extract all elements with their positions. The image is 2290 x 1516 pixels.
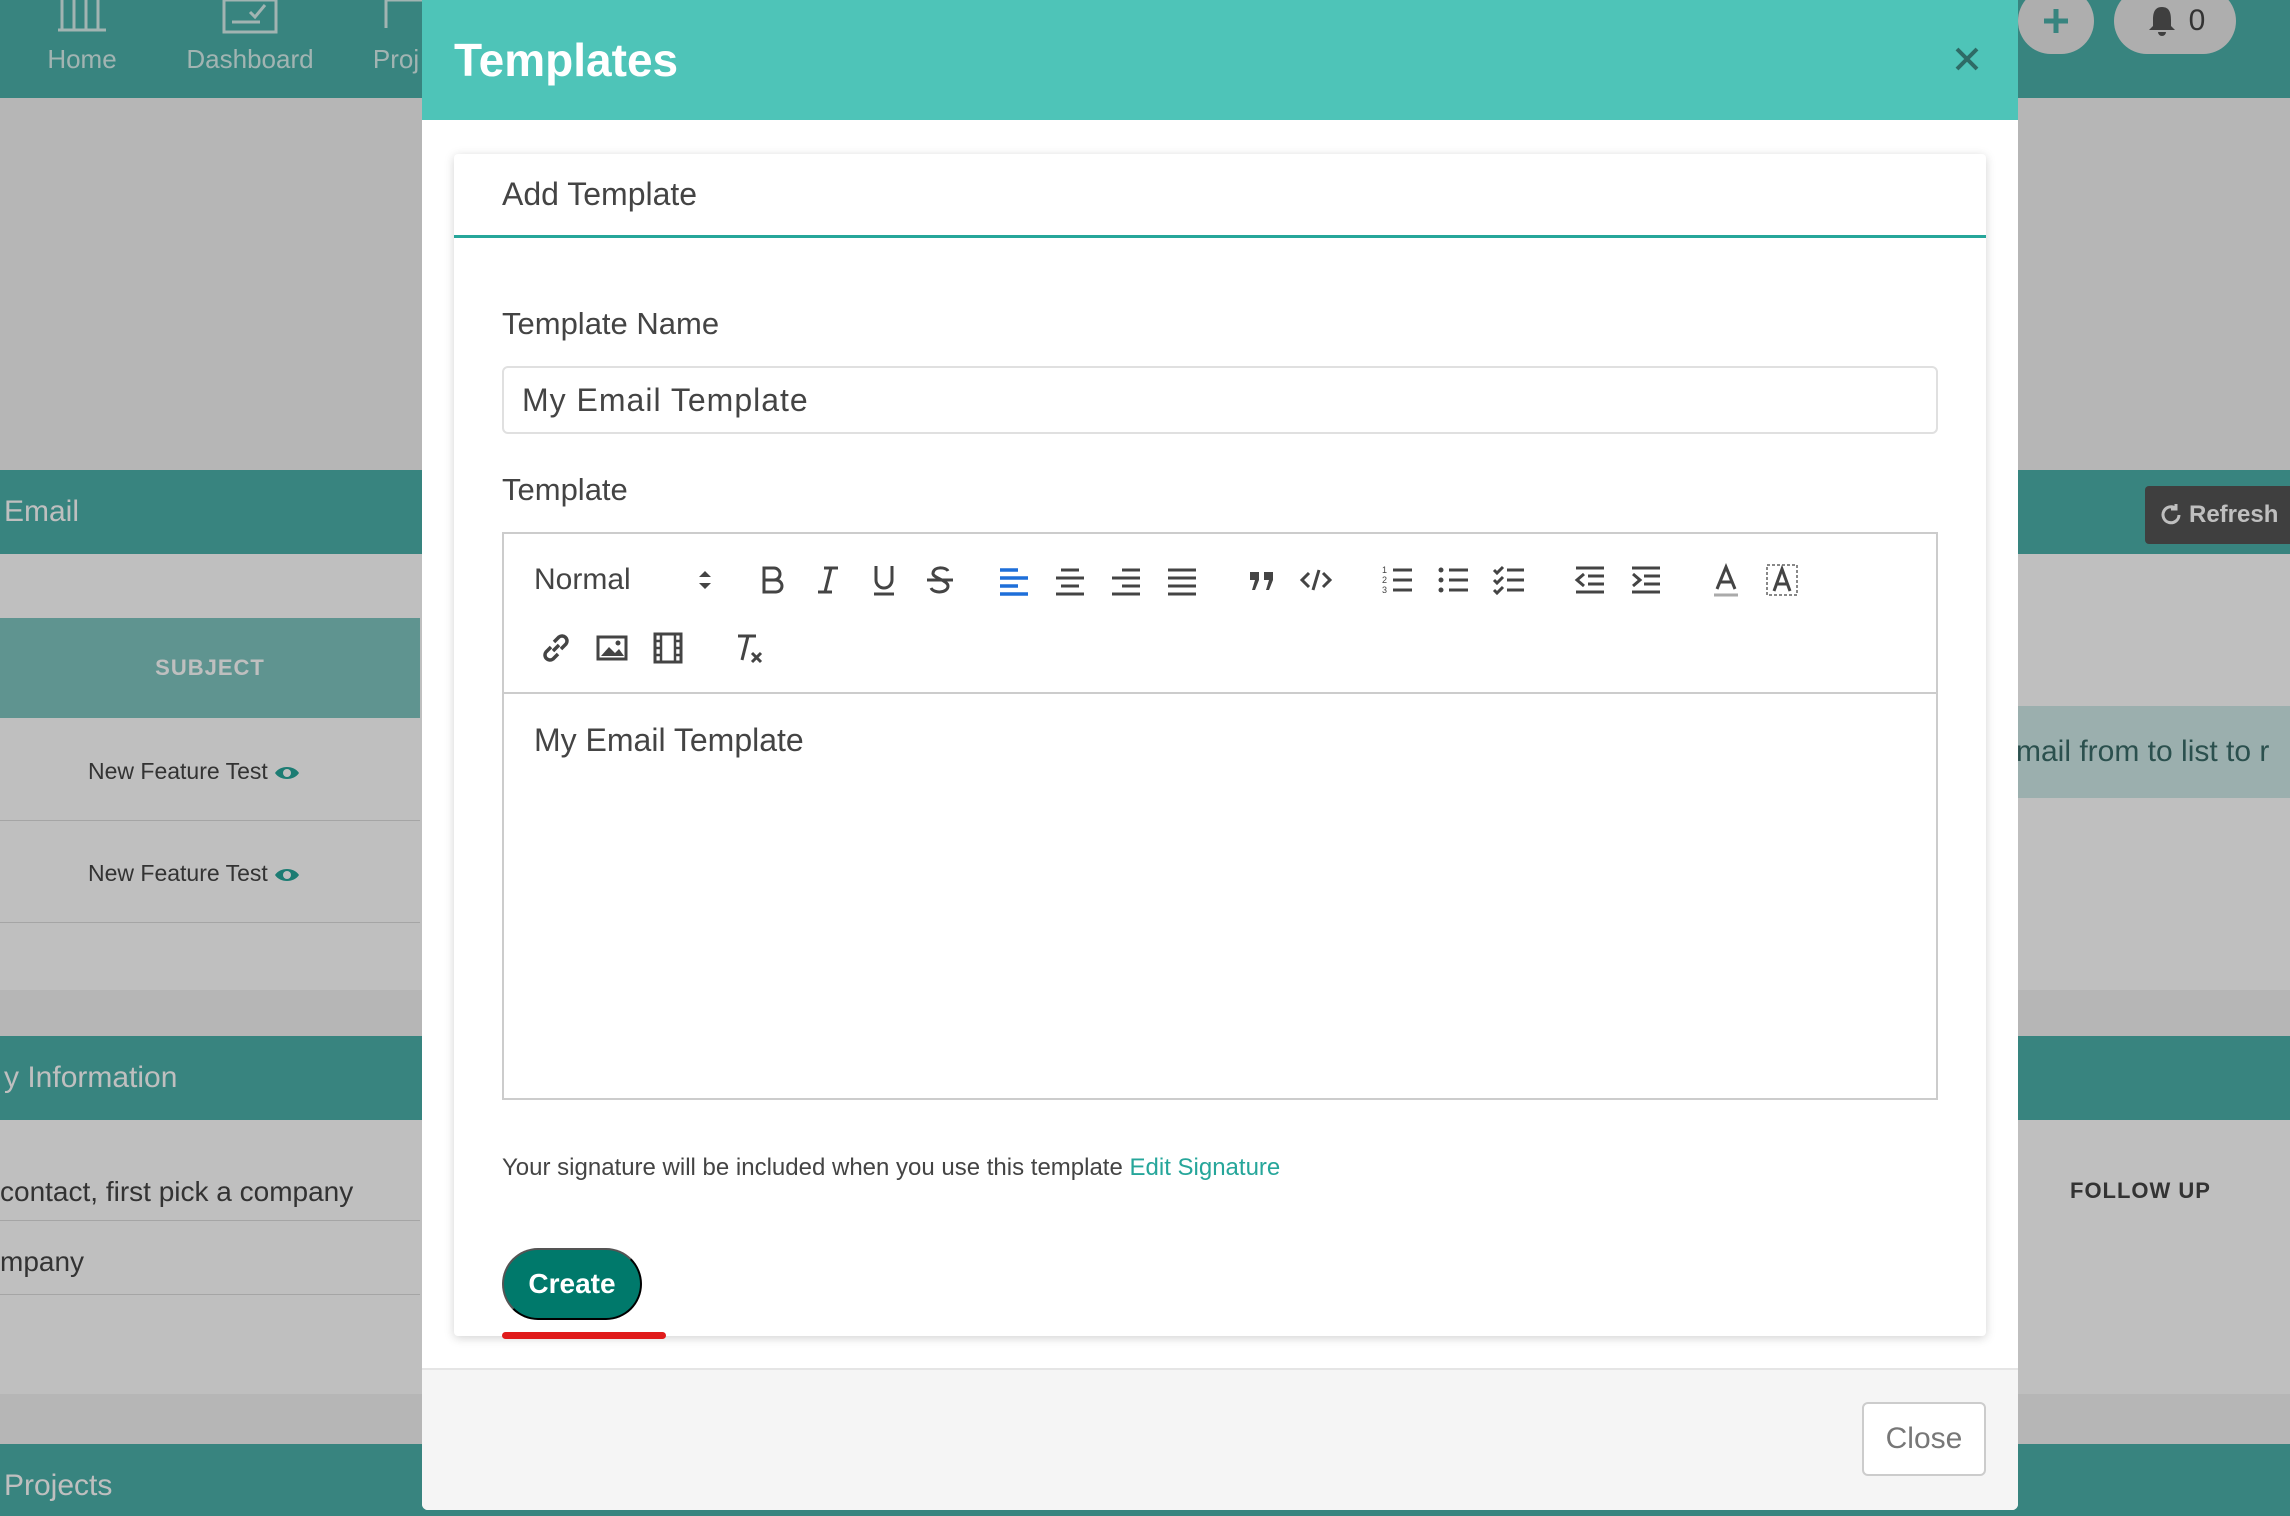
modal-title: Templates	[454, 34, 679, 86]
close-icon[interactable]	[1952, 44, 1982, 74]
bullet-list-button[interactable]	[1432, 558, 1476, 602]
link-icon	[543, 634, 569, 662]
create-button[interactable]: Create	[502, 1248, 642, 1320]
blockquote-button[interactable]	[1240, 558, 1284, 602]
annotation-underline	[502, 1332, 666, 1339]
template-name-input[interactable]	[502, 366, 1938, 434]
underline-icon	[874, 566, 894, 596]
modal-header: Templates	[422, 0, 2018, 120]
editor-toolbar: Normal 123	[504, 534, 1936, 694]
modal-body: Add Template Template Name Template Norm…	[422, 120, 2018, 1368]
bold-icon	[762, 566, 784, 594]
outdent-icon	[1574, 566, 1604, 594]
align-left-icon	[1000, 568, 1028, 596]
checklist-button[interactable]	[1488, 558, 1532, 602]
quote-icon	[1250, 572, 1273, 590]
bold-button[interactable]	[750, 558, 794, 602]
template-name-label: Template Name	[502, 306, 720, 341]
image-icon	[596, 635, 628, 661]
modal-footer: Close	[422, 1368, 2018, 1510]
align-justify-icon	[1168, 568, 1196, 596]
italic-button[interactable]	[806, 558, 850, 602]
align-center-button[interactable]	[1048, 558, 1092, 602]
video-button[interactable]	[646, 626, 690, 670]
svg-text:2: 2	[1382, 575, 1387, 585]
image-button[interactable]	[590, 626, 634, 670]
align-left-button[interactable]	[992, 558, 1036, 602]
format-select[interactable]: Normal	[534, 558, 714, 602]
strikethrough-icon	[927, 566, 953, 594]
template-label: Template	[502, 472, 628, 507]
ordered-list-icon: 123	[1382, 565, 1412, 595]
align-right-icon	[1112, 568, 1140, 596]
add-template-card: Add Template Template Name Template Norm…	[454, 154, 1986, 1339]
svg-text:3: 3	[1382, 585, 1387, 595]
clear-format-button[interactable]	[726, 626, 770, 670]
background-color-button[interactable]	[1760, 558, 1804, 602]
align-center-icon	[1056, 568, 1084, 596]
align-justify-button[interactable]	[1160, 558, 1204, 602]
svg-text:1: 1	[1382, 565, 1387, 575]
ordered-list-button[interactable]: 123	[1376, 558, 1420, 602]
checklist-icon	[1492, 565, 1524, 596]
editor-content[interactable]: My Email Template	[534, 722, 804, 759]
signature-text: Your signature will be included when you…	[502, 1154, 1123, 1181]
indent-icon	[1632, 566, 1660, 594]
strikethrough-button[interactable]	[918, 558, 962, 602]
clear-format-icon	[738, 634, 763, 664]
highlight-icon	[1766, 564, 1798, 596]
card-title: Add Template	[502, 176, 698, 212]
align-right-button[interactable]	[1104, 558, 1148, 602]
signature-note: Your signature will be included when you…	[502, 1154, 1280, 1182]
close-button[interactable]: Close	[1862, 1402, 1986, 1476]
bullet-list-icon	[1438, 567, 1468, 593]
underline-button[interactable]	[862, 558, 906, 602]
card-header: Add Template	[454, 154, 1986, 238]
link-button[interactable]	[534, 626, 578, 670]
outdent-button[interactable]	[1568, 558, 1612, 602]
text-color-button[interactable]	[1704, 558, 1748, 602]
text-color-icon	[1714, 563, 1738, 597]
code-block-button[interactable]	[1294, 558, 1338, 602]
updown-arrows-icon	[699, 571, 711, 589]
indent-button[interactable]	[1624, 558, 1668, 602]
format-select-value: Normal	[534, 563, 631, 596]
code-icon	[1299, 569, 1333, 591]
edit-signature-link[interactable]: Edit Signature	[1130, 1154, 1281, 1181]
video-icon	[653, 632, 683, 664]
rich-text-editor: Normal 123 My Email Template	[502, 532, 1938, 1100]
italic-icon	[818, 566, 838, 594]
templates-modal: Templates Add Template Template Name Tem…	[422, 0, 2018, 1510]
